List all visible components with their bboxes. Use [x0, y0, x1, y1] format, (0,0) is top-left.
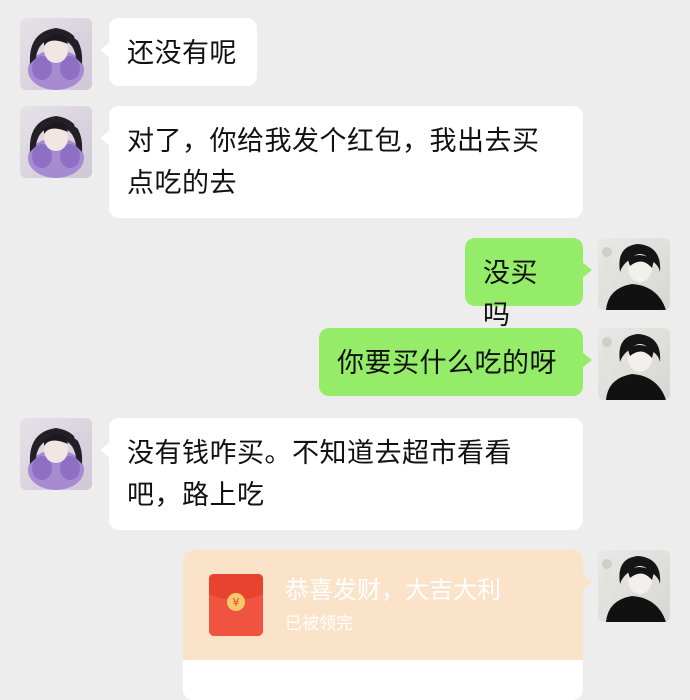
avatar-self[interactable] — [598, 238, 670, 310]
avatar-self[interactable] — [598, 328, 670, 400]
message-bubble-outgoing[interactable]: 你要买什么吃的呀 — [319, 328, 592, 396]
avatar-image — [598, 238, 670, 310]
avatar-incoming[interactable] — [20, 106, 92, 178]
message-bubble-incoming[interactable]: 还没有呢 — [100, 18, 257, 86]
message-text: 对了，你给我发个红包，我出去买点吃的去 — [127, 126, 540, 199]
red-envelope-icon: ¥ — [209, 574, 263, 636]
red-packet-card[interactable]: ¥ 恭喜发财，大吉大利 已被领完 — [183, 550, 592, 700]
message-text: 没有钱咋买。不知道去超市看看吧，路上吃 — [127, 438, 512, 511]
message-bubble-outgoing[interactable]: 没买吗 — [465, 238, 592, 331]
red-packet-status: 已被领完 — [285, 614, 353, 634]
message-bubble-incoming[interactable]: 对了，你给我发个红包，我出去买点吃的去 — [100, 106, 583, 218]
red-packet-title: 恭喜发财，大吉大利 — [285, 576, 501, 604]
message-text: 你要买什么吃的呀 — [337, 348, 557, 379]
avatar-incoming[interactable] — [20, 18, 92, 90]
avatar-image — [20, 106, 92, 178]
avatar-image — [20, 18, 92, 90]
avatar-image — [598, 328, 670, 400]
message-text: 还没有呢 — [127, 38, 237, 69]
avatar-image — [598, 550, 670, 622]
avatar-image — [20, 418, 92, 490]
svg-text:¥: ¥ — [233, 596, 240, 609]
message-bubble-incoming[interactable]: 没有钱咋买。不知道去超市看看吧，路上吃 — [100, 418, 583, 530]
red-packet-footer — [183, 660, 583, 700]
avatar-self[interactable] — [598, 550, 670, 622]
message-text: 没买吗 — [483, 258, 538, 331]
avatar-incoming[interactable] — [20, 418, 92, 490]
